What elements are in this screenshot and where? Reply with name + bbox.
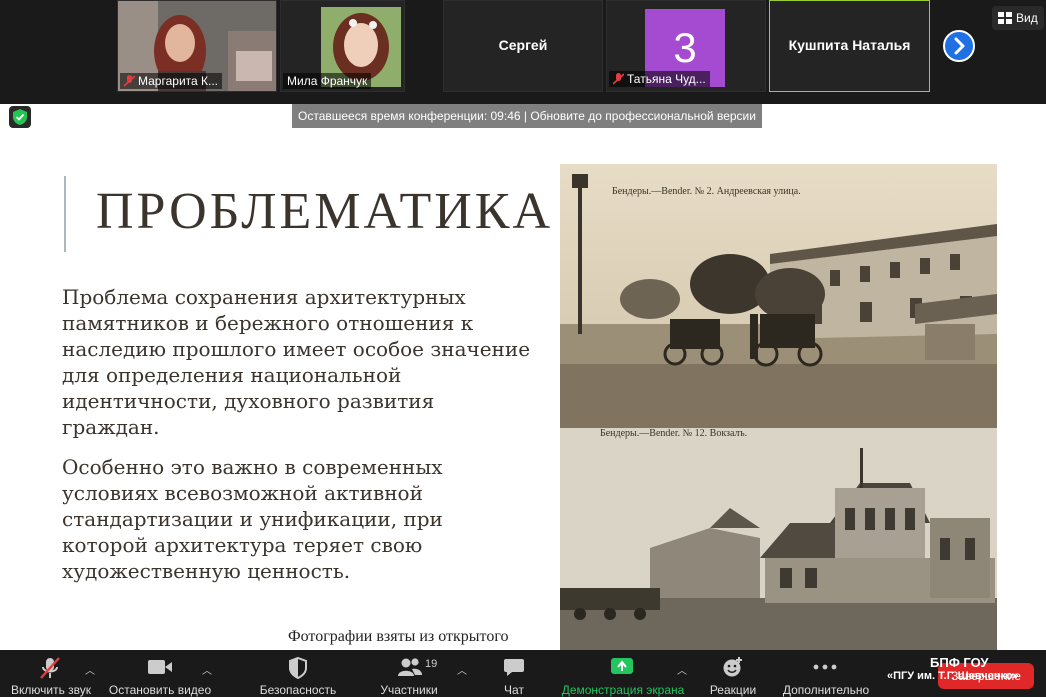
shield-icon [289,656,307,680]
participant-name: Маргарита К... [120,73,223,89]
participants-count: 19 [425,658,438,670]
participant-tile-kushpita[interactable]: Кушпита Наталья [769,0,930,92]
reactions-button[interactable]: Реакции [700,650,764,697]
chevron-right-icon [954,37,965,55]
time-remaining-banner[interactable]: Оставшееся время конференции: 09:46 | Об… [292,104,762,128]
watermark-line-1: БПФ ГОУ [930,655,989,670]
photo-source-caption: Фотографии взяты из открытого [288,628,509,645]
smiley-icon [723,657,742,677]
shared-screen: Оставшееся время конференции: 09:46 | Об… [0,104,1046,650]
slide-paragraph-1: Проблема сохранения архитектурных памятн… [62,285,531,439]
next-page-button[interactable] [943,30,975,62]
photo1-caption-text: Бендеры.—Bender. № 2. Андреевская улица. [612,186,801,197]
participant-tile-mila[interactable]: Мила Франчук [280,0,405,92]
shield-check-icon [13,109,27,125]
mic-muted-icon [613,73,624,85]
video-options-caret[interactable]: ︿ [202,662,212,677]
grid-icon [998,12,1012,24]
security-button[interactable]: Безопасность [250,650,345,697]
watermark-line-2: «ПГУ им. Т.Г. Шевченко» [887,670,1019,682]
title-accent-bar [64,176,66,252]
participants-icon [398,658,422,676]
mic-muted-icon [40,657,60,679]
participant-name: Кушпита Наталья [788,37,911,53]
more-button[interactable]: Дополнительно [775,650,875,697]
participant-name: Татьяна Чуд... [609,71,710,87]
participant-tile-sergey[interactable]: Сергей [443,0,603,92]
participant-name: Сергей [498,37,548,53]
participants-button[interactable]: 19 Участники [370,650,450,697]
participants-options-caret[interactable]: ︿ [457,662,467,677]
slide-paragraph-2: Особенно это важно в современных условия… [62,455,443,583]
audio-options-caret[interactable]: ︿ [85,662,95,677]
more-dots-icon [813,664,837,670]
historic-street-photo: Бендеры.—Bender. № 2. Андреевская улица. [560,164,997,432]
historic-station-photo: Бендеры.—Bender. № 12. Вокзалъ. [560,428,997,650]
slide-title: ПРОБЛЕМАТИКА [96,183,554,240]
zoom-window: Маргарита К... Мила Франчук Сергей 3 Тат… [0,0,1046,697]
view-button[interactable]: Вид [992,6,1044,30]
participant-strip: Маргарита К... Мила Франчук Сергей 3 Тат… [0,0,1046,104]
participant-name: Мила Франчук [283,73,372,89]
security-shield-badge[interactable] [9,106,31,128]
stop-video-button[interactable]: Остановить видео [105,650,215,697]
mic-muted-icon [124,75,135,87]
chat-bubble-icon [504,659,524,676]
share-screen-button[interactable]: Демонстрация экрана [555,650,690,697]
participant-tile-tatyana[interactable]: 3 Татьяна Чуд... [606,0,766,92]
share-options-caret[interactable]: ︿ [677,662,687,677]
video-camera-icon [148,660,172,674]
share-screen-icon [611,658,633,674]
participant-tile-margarita[interactable]: Маргарита К... [117,0,277,92]
chat-button[interactable]: Чат [490,650,538,697]
photo2-caption-text: Бендеры.—Bender. № 12. Вокзалъ. [600,428,747,439]
